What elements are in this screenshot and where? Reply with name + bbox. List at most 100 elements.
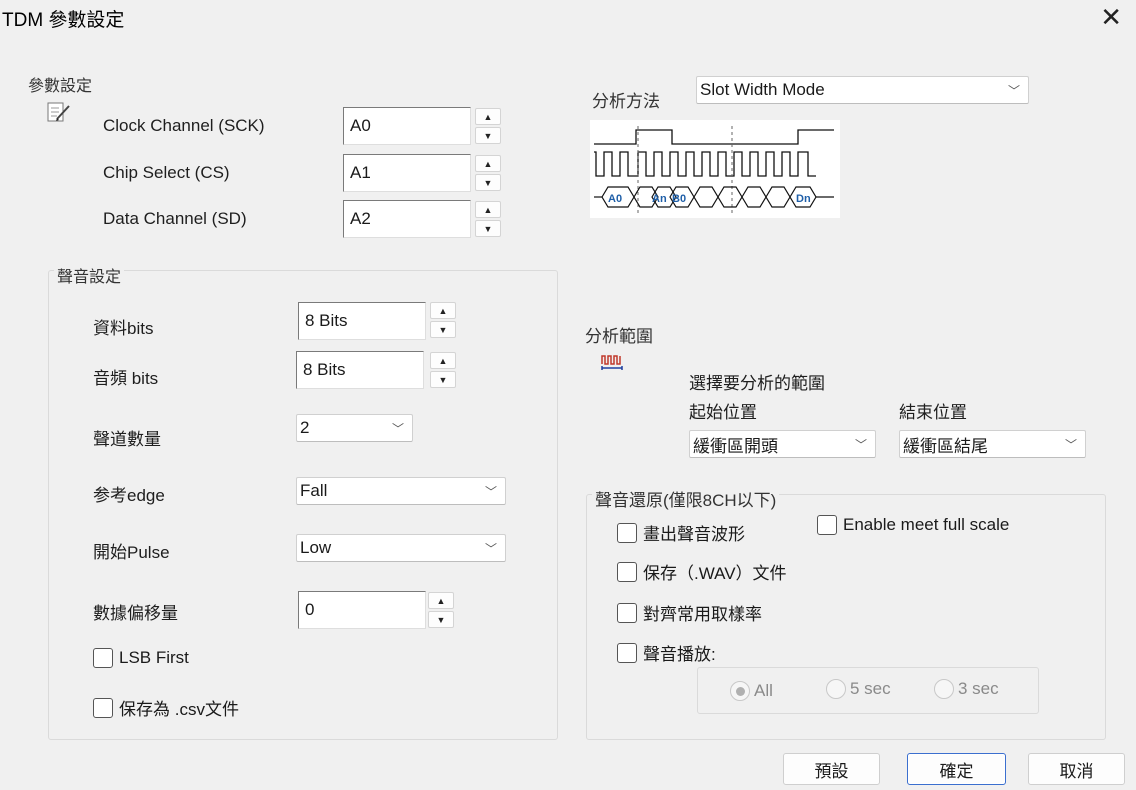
- spin-down-icon[interactable]: ▼: [430, 371, 456, 388]
- clock-channel-field[interactable]: A0: [343, 107, 471, 145]
- checkbox-box[interactable]: [617, 522, 637, 543]
- spin-down-icon[interactable]: ▼: [475, 220, 501, 237]
- spin-up-icon[interactable]: ▲: [475, 155, 501, 172]
- chevron-down-icon: ﹀: [854, 437, 867, 452]
- method-value: Slot Width Mode: [700, 80, 825, 99]
- range-label: 分析範圍: [585, 327, 653, 346]
- lsb-first-checkbox[interactable]: LSB First: [93, 648, 189, 668]
- draw-wave-label: 畫出聲音波形: [643, 525, 745, 544]
- notepad-edit-icon: [46, 100, 72, 129]
- radio-dot[interactable]: [826, 679, 846, 699]
- radio-dot[interactable]: [730, 681, 750, 701]
- save-csv-label: 保存為 .csv文件: [119, 700, 239, 719]
- chevron-down-icon: ﹀: [391, 421, 404, 436]
- save-csv-checkbox[interactable]: 保存為 .csv文件: [93, 695, 239, 720]
- checkbox-box[interactable]: [93, 648, 113, 668]
- data-bits-label: 資料bits: [93, 319, 154, 338]
- align-rate-label: 對齊常用取樣率: [643, 605, 762, 624]
- spin-down-icon[interactable]: ▼: [475, 174, 501, 191]
- radio-5-sec-label: 5 sec: [850, 679, 891, 698]
- offset-spinner[interactable]: ▲ ▼: [428, 592, 454, 628]
- default-button[interactable]: 預設: [783, 753, 880, 785]
- timing-diagram: A0 An B0 Dn: [590, 120, 840, 218]
- clock-channel-label: Clock Channel (SCK): [103, 116, 265, 135]
- sound-section-label: 聲音設定: [54, 263, 125, 287]
- audio-bits-spinner[interactable]: ▲ ▼: [430, 352, 456, 388]
- chevron-down-icon: ﹀: [484, 541, 497, 556]
- diagram-label-an: An: [652, 193, 667, 205]
- offset-field[interactable]: 0: [298, 591, 426, 629]
- full-scale-label: Enable meet full scale: [843, 515, 1010, 534]
- data-channel-label: Data Channel (SD): [103, 209, 247, 228]
- edge-value: Fall: [300, 481, 328, 500]
- edge-label: 参考edge: [93, 486, 165, 505]
- checkbox-box[interactable]: [617, 561, 637, 582]
- waveform-range-icon: [600, 352, 624, 377]
- spin-up-icon[interactable]: ▲: [475, 201, 501, 218]
- data-bits-field[interactable]: 8 Bits: [298, 302, 426, 340]
- data-channel-spinner[interactable]: ▲ ▼: [475, 201, 501, 237]
- chevron-down-icon: ﹀: [1007, 83, 1020, 98]
- method-select[interactable]: Slot Width Mode ﹀: [696, 76, 1029, 104]
- checkbox-box[interactable]: [817, 515, 837, 535]
- diagram-label-dn: Dn: [796, 193, 811, 205]
- align-rate-checkbox[interactable]: 對齊常用取樣率: [617, 600, 762, 625]
- method-label: 分析方法: [592, 92, 660, 111]
- spin-down-icon[interactable]: ▼: [430, 321, 456, 338]
- spin-up-icon[interactable]: ▲: [428, 592, 454, 609]
- spin-up-icon[interactable]: ▲: [475, 108, 501, 125]
- save-wav-checkbox[interactable]: 保存（.WAV）文件: [617, 559, 787, 584]
- spin-down-icon[interactable]: ▼: [428, 611, 454, 628]
- cancel-button[interactable]: 取消: [1028, 753, 1125, 785]
- end-position-select[interactable]: 緩衝區結尾 ﹀: [899, 430, 1086, 458]
- radio-5-sec[interactable]: 5 sec: [826, 679, 891, 699]
- pulse-label: 開始Pulse: [93, 543, 170, 562]
- draw-wave-checkbox[interactable]: 畫出聲音波形: [617, 520, 745, 545]
- chip-select-field[interactable]: A1: [343, 154, 471, 192]
- data-channel-field[interactable]: A2: [343, 200, 471, 238]
- diagram-label-b0: B0: [672, 193, 686, 205]
- audio-bits-label: 音頻 bits: [93, 369, 159, 388]
- spin-up-icon[interactable]: ▲: [430, 302, 456, 319]
- channel-count-value: 2: [300, 418, 310, 437]
- chevron-down-icon: ﹀: [1064, 437, 1077, 452]
- end-position-value: 緩衝區結尾: [903, 436, 988, 456]
- start-position-select[interactable]: 緩衝區開頭 ﹀: [689, 430, 876, 458]
- sound-restore-label: 聲音還原(僅限8CH以下): [592, 486, 780, 511]
- radio-all-label: All: [754, 681, 773, 700]
- pulse-select[interactable]: Low ﹀: [296, 534, 506, 562]
- checkbox-box[interactable]: [617, 602, 637, 623]
- radio-3-sec[interactable]: 3 sec: [934, 679, 999, 699]
- playback-label: 聲音播放:: [643, 645, 716, 664]
- data-bits-spinner[interactable]: ▲ ▼: [430, 302, 456, 338]
- ok-button[interactable]: 確定: [907, 753, 1006, 785]
- radio-dot[interactable]: [934, 679, 954, 699]
- spin-down-icon[interactable]: ▼: [475, 127, 501, 144]
- channel-count-select[interactable]: 2 ﹀: [296, 414, 413, 442]
- chevron-down-icon: ﹀: [484, 484, 497, 499]
- channel-count-label: 聲道數量: [93, 430, 161, 449]
- spin-up-icon[interactable]: ▲: [430, 352, 456, 369]
- end-position-label: 結束位置: [899, 403, 967, 422]
- diagram-label-a0: A0: [608, 193, 622, 205]
- start-position-value: 緩衝區開頭: [693, 436, 778, 456]
- chip-select-spinner[interactable]: ▲ ▼: [475, 155, 501, 191]
- start-position-label: 起始位置: [689, 403, 757, 422]
- checkbox-box[interactable]: [93, 697, 113, 718]
- params-section-label: 參數設定: [28, 78, 93, 95]
- clock-channel-spinner[interactable]: ▲ ▼: [475, 108, 501, 144]
- pulse-value: Low: [300, 538, 332, 557]
- edge-select[interactable]: Fall ﹀: [296, 477, 506, 505]
- checkbox-box[interactable]: [617, 642, 637, 663]
- chip-select-label: Chip Select (CS): [103, 163, 230, 182]
- save-wav-label: 保存（.WAV）文件: [643, 564, 787, 583]
- range-select-label: 選擇要分析的範圍: [689, 374, 825, 393]
- close-icon[interactable]: ✕: [1100, 4, 1122, 30]
- full-scale-checkbox[interactable]: Enable meet full scale: [817, 515, 1009, 535]
- offset-label: 數據偏移量: [93, 604, 178, 623]
- playback-checkbox[interactable]: 聲音播放:: [617, 640, 716, 665]
- audio-bits-field[interactable]: 8 Bits: [296, 351, 424, 389]
- lsb-first-label: LSB First: [119, 648, 189, 667]
- radio-all[interactable]: All: [730, 681, 773, 701]
- radio-3-sec-label: 3 sec: [958, 679, 999, 698]
